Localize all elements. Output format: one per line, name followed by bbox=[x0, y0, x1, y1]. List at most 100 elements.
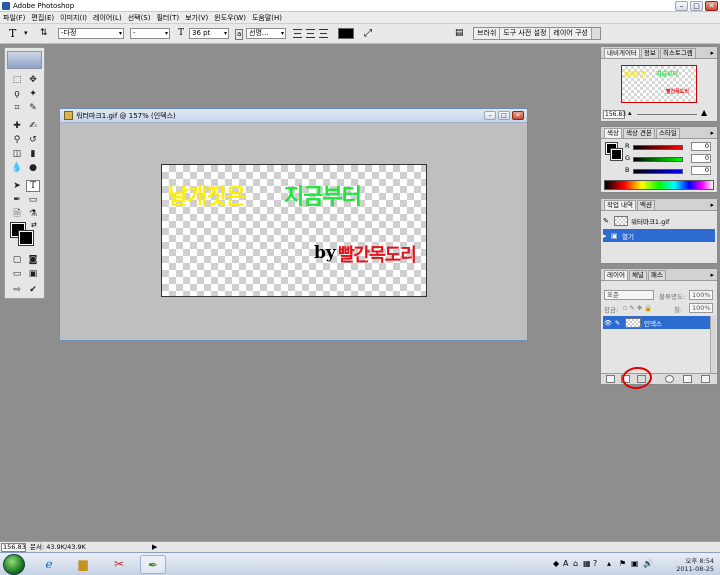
explorer-folder-icon[interactable]: ▆ bbox=[70, 555, 96, 574]
clock-time[interactable]: 오후 8:54 bbox=[685, 555, 714, 565]
background-color-swatch[interactable] bbox=[18, 230, 34, 246]
ime-mode-icon[interactable]: A bbox=[563, 559, 568, 568]
layers-scrollbar[interactable] bbox=[710, 316, 716, 374]
well-tab-tool-presets[interactable]: 도구 사전 설정 bbox=[500, 28, 551, 39]
magic-wand-icon[interactable]: ✦ bbox=[26, 88, 40, 100]
swap-colors-icon[interactable]: ⇄ bbox=[31, 221, 37, 229]
font-family-select[interactable]: -다정 ▾ bbox=[58, 28, 124, 39]
brush-tool-icon[interactable]: ✍ bbox=[26, 120, 40, 132]
minimize-button[interactable]: – bbox=[675, 1, 688, 11]
maximize-button[interactable]: □ bbox=[690, 1, 703, 11]
menu-edit[interactable]: 편집(E) bbox=[31, 13, 54, 23]
well-tab-brushes[interactable]: 브러쉬 bbox=[474, 28, 501, 39]
font-size-select[interactable]: 36 pt ▾ bbox=[189, 28, 229, 39]
menu-view[interactable]: 보기(V) bbox=[185, 13, 208, 23]
new-layer-icon[interactable] bbox=[683, 375, 692, 383]
document-window[interactable]: 워터마크1.gif @ 157% (인덱스) – □ ✕ 날개짓은 지금부터 b… bbox=[59, 108, 528, 341]
volume-icon[interactable]: 🔊 bbox=[643, 559, 653, 568]
help-icon[interactable]: ? bbox=[593, 559, 597, 568]
slice-tool-icon[interactable]: ✎ bbox=[26, 102, 40, 114]
notes-tool-icon[interactable]: 🗎 bbox=[10, 208, 24, 220]
status-zoom-field[interactable]: 156.83 bbox=[1, 543, 26, 552]
tab-actions[interactable]: 액션 bbox=[637, 200, 655, 210]
blend-mode-select[interactable]: 표준 bbox=[604, 290, 654, 300]
font-style-select[interactable]: - ▾ bbox=[130, 28, 170, 39]
text-color-swatch[interactable] bbox=[338, 28, 354, 39]
green-slider[interactable] bbox=[633, 157, 683, 162]
standard-mode-icon[interactable]: ▢ bbox=[10, 254, 24, 266]
screen-mode-full-icon[interactable]: ▣ bbox=[26, 268, 40, 280]
dodge-tool-icon[interactable]: ● bbox=[26, 162, 40, 174]
add-layer-style-icon[interactable] bbox=[606, 375, 615, 383]
menu-layer[interactable]: 레이어(L) bbox=[93, 13, 122, 23]
navigator-zoom-field[interactable]: 156.83 bbox=[603, 110, 626, 119]
close-button[interactable]: ✕ bbox=[705, 1, 718, 11]
pen-tool-icon[interactable]: ✒ bbox=[10, 194, 24, 206]
start-button[interactable] bbox=[3, 554, 25, 575]
tab-swatches[interactable]: 색상 견본 bbox=[622, 128, 655, 138]
tab-color[interactable]: 색상 bbox=[604, 128, 622, 138]
color-bg-swatch[interactable] bbox=[610, 148, 623, 161]
adobe-online-icon[interactable] bbox=[7, 51, 42, 69]
palette-menu-icon[interactable]: ▸ bbox=[710, 49, 714, 57]
menu-filter[interactable]: 필터(T) bbox=[156, 13, 179, 23]
crop-tool-icon[interactable]: ⌗ bbox=[10, 102, 24, 114]
menu-select[interactable]: 선택(S) bbox=[128, 13, 151, 23]
menu-window[interactable]: 윈도우(W) bbox=[214, 13, 246, 23]
clock-date[interactable]: 2011-08-25 bbox=[676, 565, 714, 573]
move-tool-icon[interactable]: ✥ bbox=[26, 74, 40, 86]
ime-language-icon[interactable]: ◆ bbox=[553, 559, 559, 568]
history-brush-source-icon[interactable]: ✎ bbox=[603, 217, 611, 225]
red-value-field[interactable]: 0 bbox=[691, 142, 711, 151]
layer-visibility-eye-icon[interactable]: 👁 bbox=[603, 319, 613, 327]
screen-mode-standard-icon[interactable]: ▭ bbox=[10, 268, 24, 280]
text-orientation-icon[interactable]: ⇅ bbox=[40, 28, 48, 39]
photoshop-taskbar-icon[interactable]: ✒ bbox=[140, 555, 166, 574]
opacity-field[interactable]: 100% bbox=[689, 290, 713, 300]
tool-preset-arrow[interactable]: ▾ bbox=[24, 28, 28, 39]
check-icon[interactable]: ✔ bbox=[26, 284, 40, 296]
blue-slider[interactable] bbox=[633, 169, 683, 174]
palette-menu-icon[interactable]: ▸ bbox=[710, 201, 714, 209]
imageready-jump-icon[interactable]: ⇨ bbox=[10, 284, 24, 296]
well-tab-layer-comps[interactable]: 레이어 구성 bbox=[550, 28, 592, 39]
layer-row-index[interactable]: 👁 ✎ 인덱스 bbox=[603, 316, 713, 329]
gradient-tool-icon[interactable]: ▮ bbox=[26, 148, 40, 160]
snipping-tool-icon[interactable]: ✂ bbox=[106, 555, 132, 574]
new-adjustment-layer-icon[interactable] bbox=[665, 375, 674, 383]
tab-paths[interactable]: 패스 bbox=[647, 270, 666, 280]
security-icon[interactable]: ⚑ bbox=[619, 559, 626, 568]
type-tool-button[interactable]: T bbox=[26, 180, 40, 192]
menu-file[interactable]: 파일(F) bbox=[3, 13, 25, 23]
doc-close-button[interactable]: ✕ bbox=[512, 111, 524, 120]
document-title-bar[interactable]: 워터마크1.gif @ 157% (인덱스) – □ ✕ bbox=[60, 109, 527, 123]
lasso-tool-icon[interactable]: ϙ bbox=[10, 88, 24, 100]
red-slider[interactable] bbox=[633, 145, 683, 150]
ime-settings-icon[interactable]: ▦ bbox=[583, 559, 591, 568]
doc-minimize-button[interactable]: – bbox=[484, 111, 496, 120]
tab-histogram[interactable]: 히스토그램 bbox=[659, 48, 696, 58]
lock-options-icons[interactable]: ▫✎✥🔒 bbox=[623, 304, 654, 312]
tab-channels[interactable]: 채널 bbox=[628, 270, 647, 280]
palette-menu-icon[interactable]: ▸ bbox=[710, 129, 714, 137]
status-menu-arrow[interactable]: ▶ bbox=[152, 542, 157, 552]
align-left-icon[interactable] bbox=[293, 29, 302, 38]
image-canvas[interactable]: 날개짓은 지금부터 by 빨간목도리 bbox=[161, 164, 427, 297]
network-icon[interactable]: ▣ bbox=[631, 559, 639, 568]
menu-help[interactable]: 도움말(H) bbox=[252, 13, 282, 23]
menu-image[interactable]: 이미지(I) bbox=[60, 13, 87, 23]
internet-explorer-icon[interactable]: ℯ bbox=[36, 555, 62, 574]
history-brush-icon[interactable]: ↺ bbox=[26, 134, 40, 146]
zoom-in-icon[interactable]: ▲ bbox=[701, 108, 707, 117]
show-hidden-icons-icon[interactable]: ▴ bbox=[607, 559, 611, 568]
palette-toggle-icon[interactable]: ▤ bbox=[455, 28, 464, 39]
zoom-out-icon[interactable]: ▴ bbox=[628, 109, 632, 117]
eraser-tool-icon[interactable]: ◫ bbox=[10, 148, 24, 160]
clone-stamp-icon[interactable]: ⚲ bbox=[10, 134, 24, 146]
type-tool-icon[interactable]: T bbox=[9, 28, 16, 39]
align-center-icon[interactable] bbox=[306, 29, 315, 38]
navigator-zoom-slider[interactable] bbox=[637, 114, 697, 115]
shape-tool-icon[interactable]: ▭ bbox=[26, 194, 40, 206]
history-step-open[interactable]: ▸ ▣ 열기 bbox=[603, 229, 715, 242]
antialias-select[interactable]: 선명... ▾ bbox=[246, 28, 286, 39]
